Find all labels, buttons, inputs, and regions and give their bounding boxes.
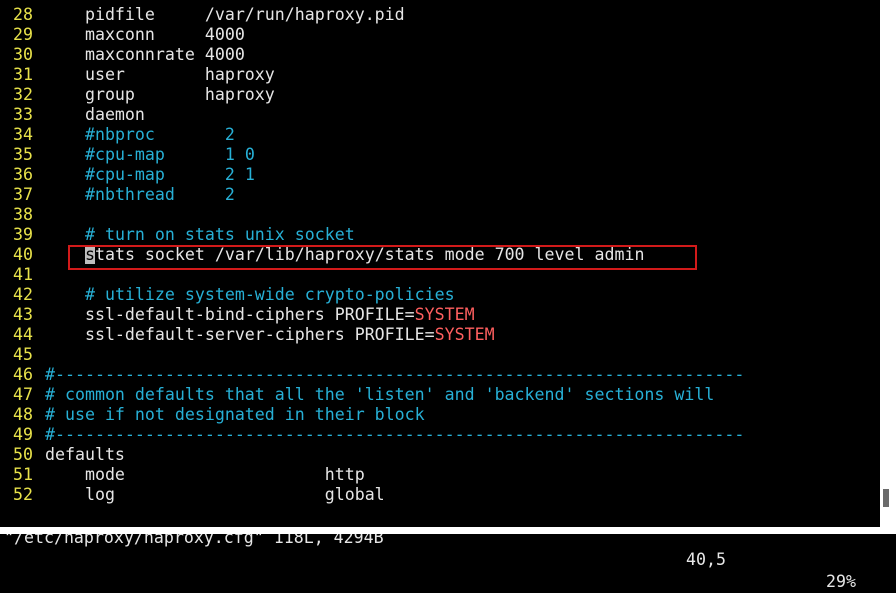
code-text: group haproxy [45,85,275,104]
line-text: # turn on stats unix socket [45,225,355,245]
line-number: 34 [13,125,33,144]
line-number: 28 [13,5,33,24]
line-number: 42 [13,285,33,304]
comment-text: #nbthread 2 [84,185,235,204]
line-text: #nbproc 2 [45,125,235,145]
comment-text: #---------------------------------------… [45,425,745,444]
line-number: 46 [13,365,33,384]
line-number: 51 [13,465,33,484]
line-text: daemon [45,105,145,125]
line-number: 32 [13,85,33,104]
line-text: group haproxy [45,85,275,105]
vim-status-line: "/etc/haproxy/haproxy.cfg" 118L, 4294B 4… [0,505,880,591]
comment-text: # common defaults that all the 'listen' … [45,385,715,404]
code-text: maxconn 4000 [45,25,245,44]
keyword-text: SYSTEM [414,305,475,324]
status-scroll-percent: 29% [826,572,856,591]
line-text: #nbthread 2 [45,185,235,205]
line-number: 50 [13,445,33,464]
line-text: #cpu-map 2 1 [45,165,255,185]
line-number: 33 [13,105,33,124]
comment-text: #---------------------------------------… [45,365,745,384]
line-text: defaults [45,445,125,465]
line-number: 45 [13,345,33,364]
line-text: maxconnrate 4000 [45,45,245,65]
line-number: 36 [13,165,33,184]
comment-text: # turn on stats unix socket [84,225,355,244]
line-text: ssl-default-bind-ciphers PROFILE=SYSTEM [45,305,475,325]
keyword-text: SYSTEM [434,325,495,344]
line-number: 43 [13,305,33,324]
line-text: maxconn 4000 [45,25,245,45]
line-text: #---------------------------------------… [45,425,744,445]
code-text: log global [45,485,385,504]
line-number: 38 [13,205,33,224]
line-number: 31 [13,65,33,84]
line-text: #cpu-map 1 0 [45,145,255,165]
status-cursor-position: 40,5 [686,550,726,569]
line-number: 39 [13,225,33,244]
comment-text: #cpu-map 1 0 [84,145,255,164]
line-text: # common defaults that all the 'listen' … [45,385,714,405]
line-number: 52 [13,485,33,504]
annotation-highlight-box [68,245,697,270]
line-text: #---------------------------------------… [45,365,744,385]
line-text: log global [45,485,385,505]
line-number: 35 [13,145,33,164]
line-text: # utilize system-wide crypto-policies [45,285,455,305]
window-bottom-edge [0,527,896,534]
line-number: 49 [13,425,33,444]
line-number: 41 [13,265,33,284]
line-number: 40 [13,245,33,264]
comment-text: # utilize system-wide crypto-policies [84,285,455,304]
line-text: pidfile /var/run/haproxy.pid [45,5,405,25]
code-text: ssl-default-server-ciphers PROFILE= [45,325,435,344]
line-number: 30 [13,45,33,64]
code-text: defaults [45,445,125,464]
line-text: mode http [45,465,365,485]
line-number: 48 [13,405,33,424]
vim-editor[interactable]: 28 pidfile /var/run/haproxy.pid 29 maxcon… [0,0,880,505]
line-number: 29 [13,25,33,44]
vertical-scrollbar[interactable] [880,0,896,527]
line-text: # use if not designated in their block [45,405,425,425]
line-text: user haproxy [45,65,275,85]
comment-text: # use if not designated in their block [45,405,425,424]
comment-text: #nbproc 2 [84,125,235,144]
line-number: 47 [13,385,33,404]
code-text: ssl-default-bind-ciphers PROFILE= [45,305,415,324]
code-text: mode http [45,465,365,484]
code-text: pidfile /var/run/haproxy.pid [45,5,405,24]
code-text: daemon [45,105,145,124]
line-number: 44 [13,325,33,344]
scrollbar-thumb[interactable] [883,489,889,507]
line-text: ssl-default-server-ciphers PROFILE=SYSTE… [45,325,495,345]
code-text: maxconnrate 4000 [45,45,245,64]
line-number: 37 [13,185,33,204]
code-text: user haproxy [45,65,275,84]
comment-text: #cpu-map 2 1 [84,165,255,184]
